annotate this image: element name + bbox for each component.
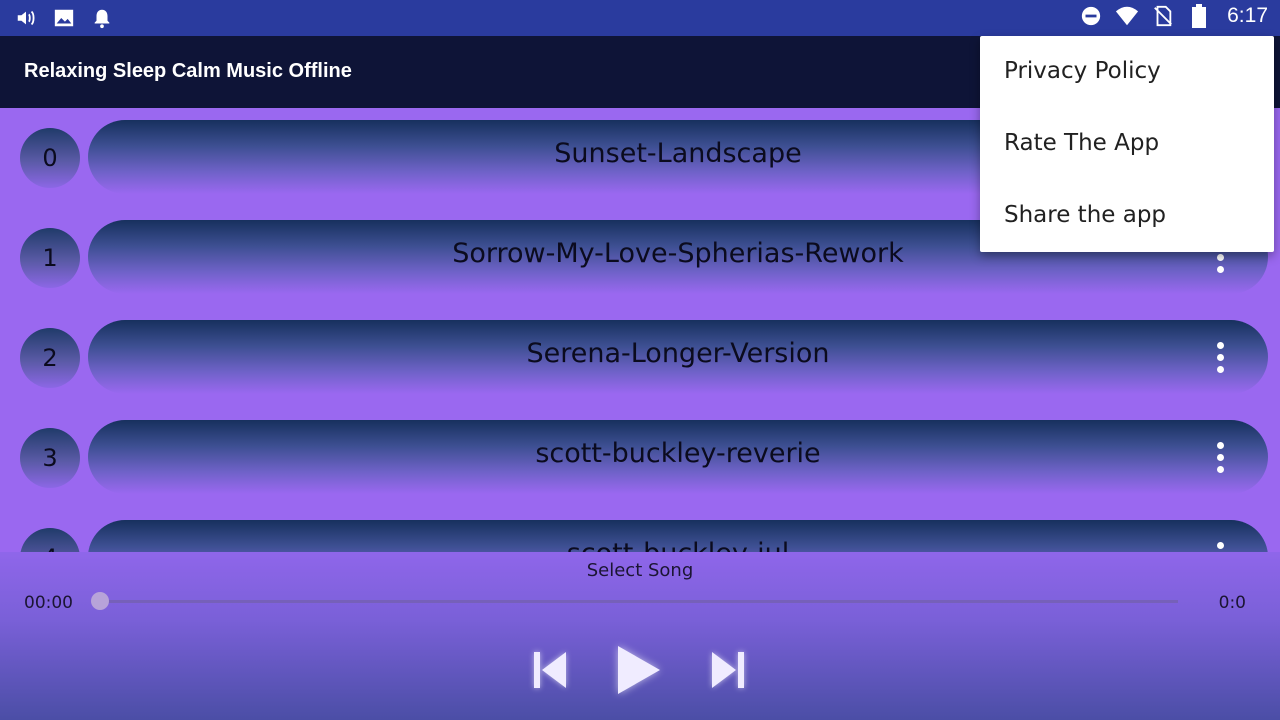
do-not-disturb-icon	[1079, 4, 1103, 28]
menu-item-label: Privacy Policy	[1004, 58, 1161, 84]
volume-icon	[14, 6, 38, 30]
song-index: 1	[20, 228, 80, 288]
menu-item-rate-app[interactable]: Rate The App	[980, 108, 1274, 180]
app-title: Relaxing Sleep Calm Music Offline	[24, 60, 352, 82]
song-item[interactable]: scott-buckley-reverie	[88, 420, 1268, 494]
clock: 6:17	[1227, 4, 1268, 27]
wifi-icon	[1115, 4, 1139, 28]
previous-icon[interactable]	[520, 640, 580, 700]
player-panel: Select Song 00:00 0:0	[0, 552, 1280, 720]
playback-controls	[0, 640, 1280, 700]
song-index: 0	[20, 128, 80, 188]
song-title: scott-buckley-jul	[88, 538, 1268, 552]
more-options-icon[interactable]	[1208, 340, 1232, 376]
bell-icon	[90, 6, 114, 30]
image-icon	[52, 6, 76, 30]
menu-item-label: Rate The App	[1004, 130, 1160, 156]
total-duration: 0:0	[1218, 593, 1246, 613]
play-icon[interactable]	[608, 640, 668, 700]
next-icon[interactable]	[700, 640, 760, 700]
song-row[interactable]: 2 Serena-Longer-Version	[0, 308, 1280, 394]
no-sim-icon	[1151, 4, 1175, 28]
status-bar: 6:17	[0, 0, 1280, 36]
more-options-icon[interactable]	[1208, 540, 1232, 552]
menu-item-privacy-policy[interactable]: Privacy Policy	[980, 36, 1274, 108]
song-item[interactable]: Serena-Longer-Version	[88, 320, 1268, 394]
song-index: 2	[20, 328, 80, 388]
elapsed-time: 00:00	[24, 593, 73, 613]
song-index: 3	[20, 428, 80, 488]
overflow-menu: Privacy Policy Rate The App Share the ap…	[980, 36, 1274, 252]
song-index: 4	[20, 528, 80, 552]
seek-thumb[interactable]	[91, 592, 109, 610]
song-row[interactable]: 4 scott-buckley-jul	[0, 508, 1280, 552]
song-item[interactable]: scott-buckley-jul	[88, 520, 1268, 552]
more-options-icon[interactable]	[1208, 440, 1232, 476]
song-row[interactable]: 3 scott-buckley-reverie	[0, 408, 1280, 494]
battery-icon	[1187, 4, 1211, 28]
song-title: Serena-Longer-Version	[526, 338, 830, 369]
menu-item-label: Share the app	[1004, 202, 1167, 228]
song-title: scott-buckley-reverie	[535, 438, 821, 469]
menu-item-share-app[interactable]: Share the app	[980, 180, 1274, 252]
now-playing-title: Select Song	[586, 560, 694, 581]
seek-bar[interactable]	[91, 592, 1178, 610]
